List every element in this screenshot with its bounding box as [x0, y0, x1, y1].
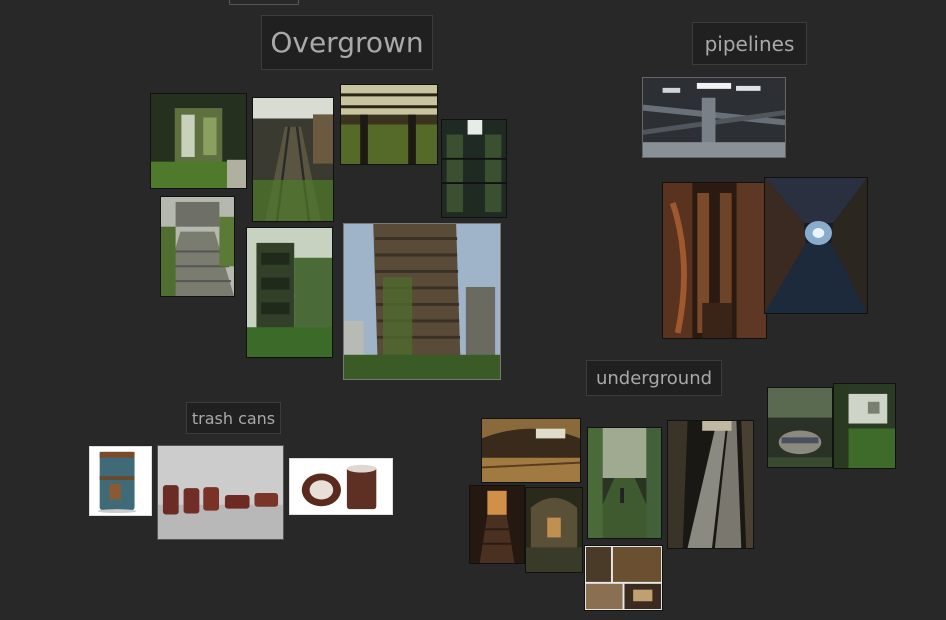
trash-image-open-barrels[interactable] — [289, 458, 393, 515]
underground-image-wreck[interactable] — [767, 387, 833, 468]
underground-image-bunker[interactable] — [525, 487, 583, 573]
pipelines-image-rusted-corridor[interactable] — [662, 182, 767, 339]
overgrown-image-building-vines[interactable] — [246, 227, 333, 358]
underground-image-metro[interactable] — [481, 418, 581, 483]
label-pipelines[interactable]: pipelines — [692, 22, 807, 65]
trash-image-barrel[interactable] — [89, 446, 152, 516]
label-underground[interactable]: underground — [586, 360, 722, 396]
overgrown-image-room[interactable] — [150, 93, 247, 189]
partial-image-top[interactable] — [229, 0, 299, 5]
overgrown-image-atrium[interactable] — [441, 119, 507, 218]
underground-image-collage[interactable] — [584, 545, 663, 611]
pipelines-image-industrial[interactable] — [642, 77, 786, 158]
trash-image-rusted-cans[interactable] — [157, 445, 284, 540]
underground-image-ruins[interactable] — [833, 383, 896, 469]
label-overgrown[interactable]: Overgrown — [261, 15, 433, 70]
overgrown-image-stairs[interactable] — [160, 196, 235, 297]
overgrown-image-tower[interactable] — [343, 223, 501, 380]
overgrown-image-rails[interactable] — [252, 97, 334, 222]
underground-image-escalator[interactable] — [667, 420, 754, 549]
pipelines-image-tunnel[interactable] — [764, 177, 868, 314]
overgrown-image-roof[interactable] — [340, 84, 438, 165]
underground-image-green-hall[interactable] — [587, 427, 662, 539]
label-trash-cans[interactable]: trash cans — [186, 402, 281, 434]
underground-image-stair-tunnel[interactable] — [469, 485, 525, 564]
moodboard-canvas[interactable]: Overgrown pipelines trash cans undergrou… — [0, 0, 946, 620]
